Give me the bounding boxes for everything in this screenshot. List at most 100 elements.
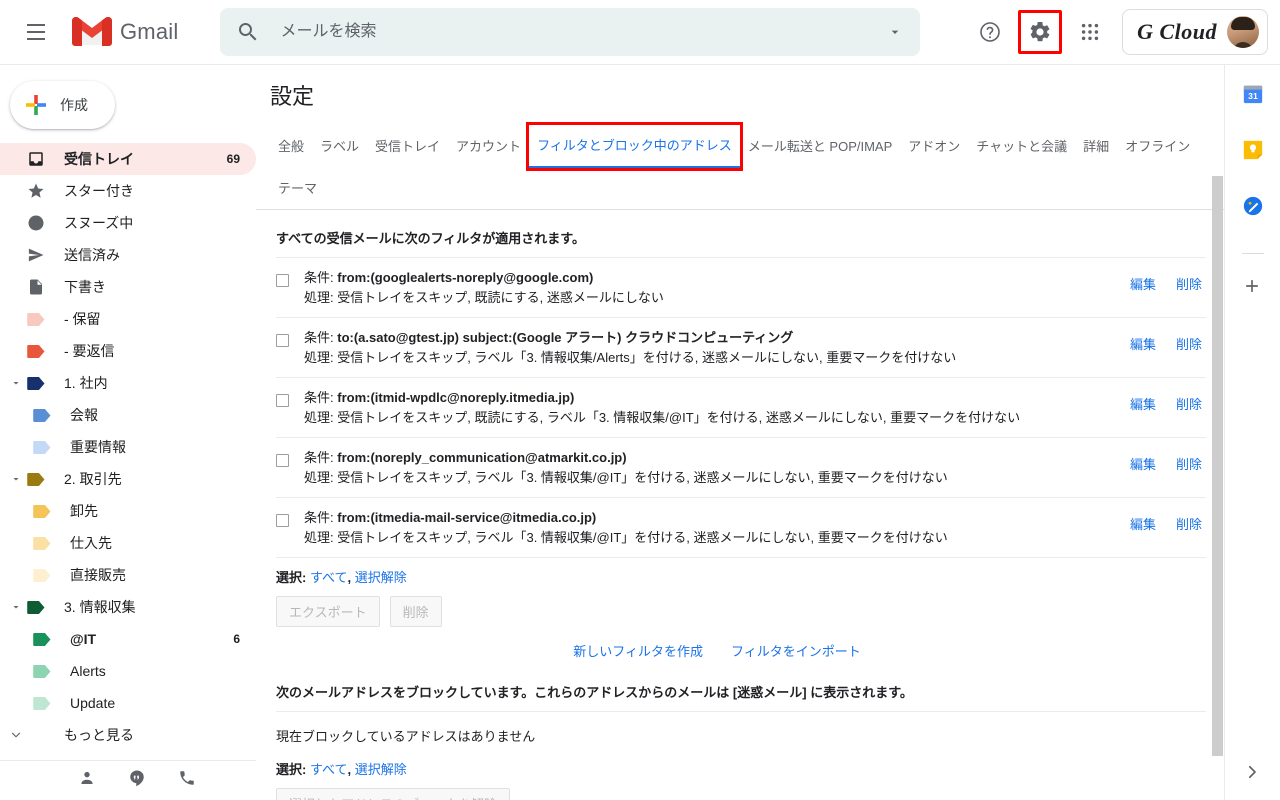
help-icon[interactable] — [970, 12, 1010, 52]
select-comma: , — [347, 570, 352, 585]
select-all-link[interactable]: すべて — [310, 762, 348, 777]
sidebar-item-chokusetsuhanbai[interactable]: 直接販売 — [0, 559, 256, 591]
select-none-link[interactable]: 選択解除 — [355, 570, 407, 585]
unblock-selected-button[interactable]: 選択したアドレスのブロックを解除 — [276, 788, 511, 800]
sidebar-item-update[interactable]: Update — [0, 687, 256, 719]
search-input[interactable] — [278, 22, 879, 42]
tab-themes[interactable]: テーマ — [270, 168, 325, 209]
sidebar-item-label: - 保留 — [64, 311, 101, 327]
sidebar-group-shanai[interactable]: 1. 社内 — [0, 367, 256, 399]
delete-filter-link[interactable]: 削除 — [1176, 334, 1202, 353]
gmail-brand[interactable]: Gmail — [72, 17, 178, 47]
table-row: 条件: from:(itmid-wpdlc@noreply.itmedia.jp… — [276, 377, 1206, 437]
tab-offline[interactable]: オフライン — [1117, 126, 1198, 167]
filters-select-row: 選択: すべて, 選択解除 — [276, 557, 1206, 590]
google-keep-icon[interactable] — [1242, 139, 1264, 161]
sidebar-nav: 受信トレイ 69 スター付き スヌーズ中 送信済み 下書き - 保留 - 要返信… — [0, 143, 256, 751]
tab-advanced[interactable]: 詳細 — [1075, 126, 1117, 167]
table-row: 条件: from:(itmedia-mail-service@itmedia.c… — [276, 497, 1206, 557]
compose-button[interactable]: 作成 — [10, 81, 115, 129]
sidebar-item-sent[interactable]: 送信済み — [0, 239, 256, 271]
edit-filter-link[interactable]: 編集 — [1130, 334, 1156, 353]
action-label: 処理: — [304, 530, 334, 545]
chevron-down-icon[interactable] — [6, 597, 26, 617]
edit-filter-link[interactable]: 編集 — [1130, 394, 1156, 413]
edit-filter-link[interactable]: 編集 — [1130, 514, 1156, 533]
create-new-filter-link[interactable]: 新しいフィルタを作成 — [573, 641, 703, 660]
tab-general[interactable]: 全般 — [270, 126, 312, 167]
person-icon[interactable] — [78, 769, 96, 792]
filters-table: 条件: from:(googlealerts-noreply@google.co… — [276, 257, 1206, 557]
chevron-down-icon[interactable] — [6, 373, 26, 393]
star-icon — [26, 181, 46, 201]
delete-filter-link[interactable]: 削除 — [1176, 514, 1202, 533]
edit-filter-link[interactable]: 編集 — [1130, 274, 1156, 293]
sidebar-item-label: スター付き — [64, 183, 134, 199]
sidebar-item-kaiho[interactable]: 会報 — [0, 399, 256, 431]
select-all-link[interactable]: すべて — [310, 570, 348, 585]
sidebar-item-drafts[interactable]: 下書き — [0, 271, 256, 303]
sidebar-item-atit[interactable]: @IT 6 — [0, 623, 256, 655]
sidebar-item-shiiresaki[interactable]: 仕入先 — [0, 527, 256, 559]
tab-filters-and-blocked-addresses[interactable]: フィルタとブロック中のアドレス — [526, 122, 743, 171]
label-icon — [26, 597, 46, 617]
delete-filter-link[interactable]: 削除 — [1176, 274, 1202, 293]
chevron-down-icon[interactable] — [6, 469, 26, 489]
select-none-link[interactable]: 選択解除 — [355, 762, 407, 777]
select-comma: , — [347, 762, 352, 777]
add-app-plus-icon[interactable] — [1242, 276, 1264, 298]
sidebar-item-oroshisaki[interactable]: 卸先 — [0, 495, 256, 527]
gmail-brand-label: Gmail — [120, 19, 179, 44]
filter-criteria: from:(noreply_communication@atmarkit.co.… — [337, 450, 627, 465]
hangouts-icon[interactable] — [128, 769, 146, 792]
sidebar-item-needs-reply[interactable]: - 要返信 — [0, 335, 256, 367]
filter-checkbox[interactable] — [276, 334, 289, 347]
expand-panel-chevron-right-icon[interactable] — [1243, 763, 1261, 786]
sidebar-item-starred[interactable]: スター付き — [0, 175, 256, 207]
avatar[interactable] — [1227, 16, 1259, 48]
tab-chat-and-meet[interactable]: チャットと会議 — [968, 126, 1075, 167]
main-menu-icon[interactable] — [12, 8, 60, 56]
import-filters-link[interactable]: フィルタをインポート — [731, 641, 861, 660]
filter-action-line: 処理: 受信トレイをスキップ, ラベル「3. 情報収集/Alerts」を付ける,… — [304, 348, 1064, 368]
sidebar-item-inbox[interactable]: 受信トレイ 69 — [0, 143, 256, 175]
search-bar[interactable] — [220, 8, 921, 56]
filter-action: 受信トレイをスキップ, 既読にする, 迷惑メールにしない — [337, 290, 664, 305]
sidebar-item-snoozed[interactable]: スヌーズ中 — [0, 207, 256, 239]
filter-checkbox[interactable] — [276, 274, 289, 287]
sidebar-item-alerts[interactable]: Alerts — [0, 655, 256, 687]
sidebar-item-juyojoho[interactable]: 重要情報 — [0, 431, 256, 463]
phone-icon[interactable] — [178, 769, 196, 792]
delete-filter-link[interactable]: 削除 — [1176, 394, 1202, 413]
google-tasks-icon[interactable] — [1242, 195, 1264, 217]
filter-checkbox[interactable] — [276, 394, 289, 407]
tab-labels[interactable]: ラベル — [312, 126, 367, 167]
sidebar-group-torihikisaki[interactable]: 2. 取引先 — [0, 463, 256, 495]
account-chip[interactable]: G Cloud — [1122, 9, 1268, 55]
google-calendar-icon[interactable]: 31 — [1242, 83, 1264, 105]
filter-checkbox[interactable] — [276, 514, 289, 527]
sidebar-item-more[interactable]: もっと見る — [0, 719, 256, 751]
filter-text-cell: 条件: to:(a.sato@gtest.jp) subject:(Google… — [304, 328, 1076, 368]
edit-filter-link[interactable]: 編集 — [1130, 454, 1156, 473]
sidebar-group-johoshushu[interactable]: 3. 情報収集 — [0, 591, 256, 623]
content-scrollbar[interactable] — [1212, 176, 1223, 756]
delete-button[interactable]: 削除 — [389, 596, 442, 627]
export-button[interactable]: エクスポート — [276, 596, 380, 627]
scrollbar-thumb[interactable] — [1212, 176, 1223, 756]
settings-gear-icon[interactable] — [1018, 10, 1063, 54]
sidebar-item-hold[interactable]: - 保留 — [0, 303, 256, 335]
tab-addons[interactable]: アドオン — [900, 126, 968, 167]
plus-icon — [24, 93, 48, 117]
sidebar-group-label: 3. 情報収集 — [64, 599, 136, 615]
tab-inbox[interactable]: 受信トレイ — [367, 126, 448, 167]
tab-accounts[interactable]: アカウント — [448, 126, 529, 167]
filter-checkbox[interactable] — [276, 454, 289, 467]
tab-forwarding-pop-imap[interactable]: メール転送と POP/IMAP — [740, 126, 900, 167]
action-label: 処理: — [304, 410, 334, 425]
google-apps-icon[interactable] — [1070, 12, 1110, 52]
sidebar-group-label: 1. 社内 — [64, 375, 108, 391]
label-icon — [32, 533, 52, 553]
delete-filter-link[interactable]: 削除 — [1176, 454, 1202, 473]
search-options-icon[interactable] — [878, 15, 912, 49]
